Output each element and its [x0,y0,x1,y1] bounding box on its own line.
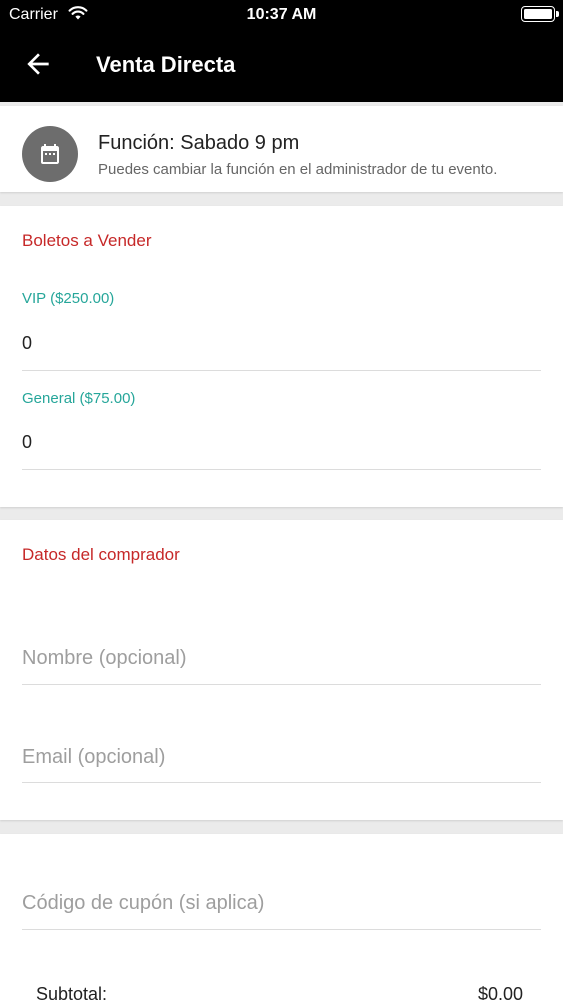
email-underline [22,782,541,783]
comprador-section-title: Datos del comprador [22,545,180,564]
arrow-left-icon[interactable] [22,48,54,80]
calendar-icon [41,144,59,164]
comprador-card: Datos del comprador Nombre (opcional) Em… [0,520,563,820]
funcion-title: Función: Sabado 9 pm [98,132,300,154]
ticket-general-label: General ($75.00) [22,390,136,407]
subtotal-label: Subtotal: [36,984,108,1000]
nombre-underline [22,684,541,685]
page-title: Venta Directa [96,52,236,77]
clock: 10:37 AM [246,6,317,23]
funcion-subtitle: Puedes cambiar la función en el administ… [98,161,498,178]
app-header: Carrier 10:37 AM Venta Directa [0,0,563,102]
ticket-general-quantity-input[interactable]: 0 [22,432,32,453]
ticket-vip-label: VIP ($250.00) [22,290,115,307]
calendar-avatar [22,126,78,182]
nombre-input[interactable]: Nombre (opcional) [22,647,187,670]
cupon-card: Código de cupón (si aplica) Subtotal: $0… [0,834,563,1000]
status-bar: Carrier 10:37 AM [0,0,563,30]
cupon-input[interactable]: Código de cupón (si aplica) [22,892,264,915]
funcion-card[interactable]: Función: Sabado 9 pm Puedes cambiar la f… [0,106,563,192]
cupon-underline [22,929,541,930]
ticket-vip-quantity-input[interactable]: 0 [22,333,32,354]
ticket-vip-underline [22,370,541,371]
battery-icon [521,6,559,22]
boletos-section-title: Boletos a Vender [22,231,152,250]
subtotal-value: $0.00 [478,984,524,1000]
email-input[interactable]: Email (opcional) [22,746,165,769]
boletos-card: Boletos a Vender VIP ($250.00) 0 General… [0,206,563,507]
ticket-general-underline [22,469,541,470]
